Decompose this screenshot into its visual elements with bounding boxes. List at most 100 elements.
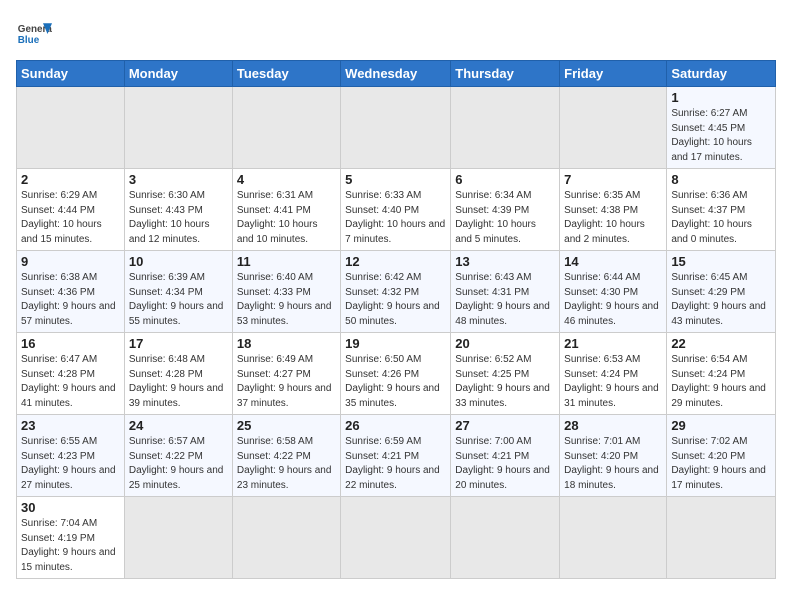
calendar-day-cell xyxy=(560,87,667,169)
day-info: Sunrise: 6:33 AM Sunset: 4:40 PM Dayligh… xyxy=(345,189,446,247)
day-info: Sunrise: 7:00 AM Sunset: 4:21 PM Dayligh… xyxy=(455,435,555,493)
calendar-week-row: 30 Sunrise: 7:04 AM Sunset: 4:19 PM Dayli… xyxy=(17,497,776,579)
day-info: Sunrise: 6:52 AM Sunset: 4:25 PM Dayligh… xyxy=(455,353,555,411)
day-number: 10 xyxy=(129,254,228,269)
day-info: Sunrise: 6:57 AM Sunset: 4:22 PM Dayligh… xyxy=(129,435,228,493)
day-of-week-header: Wednesday xyxy=(341,61,451,87)
day-number: 13 xyxy=(455,254,555,269)
day-info: Sunrise: 6:49 AM Sunset: 4:27 PM Dayligh… xyxy=(237,353,336,411)
day-number: 22 xyxy=(671,336,771,351)
calendar-day-cell xyxy=(341,497,451,579)
calendar-week-row: 9 Sunrise: 6:38 AM Sunset: 4:36 PM Daylig… xyxy=(17,251,776,333)
day-info: Sunrise: 6:53 AM Sunset: 4:24 PM Dayligh… xyxy=(564,353,662,411)
calendar-day-cell: 7Sunrise: 6:35 AM Sunset: 4:38 PM Daylig… xyxy=(560,169,667,251)
calendar-day-cell: 10 Sunrise: 6:39 AM Sunset: 4:34 PM Dayli… xyxy=(124,251,232,333)
calendar-week-row: 2 Sunrise: 6:29 AM Sunset: 4:44 PM Daylig… xyxy=(17,169,776,251)
day-info: Sunrise: 6:29 AM Sunset: 4:44 PM Dayligh… xyxy=(21,189,120,247)
day-of-week-header: Sunday xyxy=(17,61,125,87)
calendar-day-cell xyxy=(560,497,667,579)
calendar-day-cell: 12Sunrise: 6:42 AM Sunset: 4:32 PM Dayli… xyxy=(341,251,451,333)
calendar-day-cell: 14 Sunrise: 6:44 AM Sunset: 4:30 PM Dayli… xyxy=(560,251,667,333)
calendar-day-cell: 11Sunrise: 6:40 AM Sunset: 4:33 PM Dayli… xyxy=(232,251,340,333)
day-number: 11 xyxy=(237,254,336,269)
calendar-day-cell: 8 Sunrise: 6:36 AM Sunset: 4:37 PM Daylig… xyxy=(667,169,776,251)
calendar-day-cell: 21Sunrise: 6:53 AM Sunset: 4:24 PM Dayli… xyxy=(560,333,667,415)
calendar-day-cell: 18 Sunrise: 6:49 AM Sunset: 4:27 PM Dayli… xyxy=(232,333,340,415)
day-info: Sunrise: 6:45 AM Sunset: 4:29 PM Dayligh… xyxy=(671,271,771,329)
day-info: Sunrise: 6:36 AM Sunset: 4:37 PM Dayligh… xyxy=(671,189,771,247)
day-number: 30 xyxy=(21,500,120,515)
calendar-day-cell: 17 Sunrise: 6:48 AM Sunset: 4:28 PM Dayli… xyxy=(124,333,232,415)
calendar-day-cell: 27Sunrise: 7:00 AM Sunset: 4:21 PM Dayli… xyxy=(451,415,560,497)
calendar-day-cell: 13 Sunrise: 6:43 AM Sunset: 4:31 PM Dayli… xyxy=(451,251,560,333)
svg-text:Blue: Blue xyxy=(18,35,40,46)
day-number: 20 xyxy=(455,336,555,351)
calendar-day-cell: 19Sunrise: 6:50 AM Sunset: 4:26 PM Dayli… xyxy=(341,333,451,415)
calendar-day-cell: 22 Sunrise: 6:54 AM Sunset: 4:24 PM Dayli… xyxy=(667,333,776,415)
day-info: Sunrise: 6:44 AM Sunset: 4:30 PM Dayligh… xyxy=(564,271,662,329)
day-info: Sunrise: 6:47 AM Sunset: 4:28 PM Dayligh… xyxy=(21,353,120,411)
day-number: 14 xyxy=(564,254,662,269)
calendar-day-cell: 29 Sunrise: 7:02 AM Sunset: 4:20 PM Dayli… xyxy=(667,415,776,497)
day-number: 6 xyxy=(455,172,555,187)
day-number: 26 xyxy=(345,418,446,433)
day-number: 1 xyxy=(671,90,771,105)
calendar-day-cell xyxy=(124,87,232,169)
day-info: Sunrise: 6:59 AM Sunset: 4:21 PM Dayligh… xyxy=(345,435,446,493)
day-info: Sunrise: 7:02 AM Sunset: 4:20 PM Dayligh… xyxy=(671,435,771,493)
day-info: Sunrise: 7:04 AM Sunset: 4:19 PM Dayligh… xyxy=(21,517,120,575)
calendar-day-cell: 28Sunrise: 7:01 AM Sunset: 4:20 PM Dayli… xyxy=(560,415,667,497)
day-number: 25 xyxy=(237,418,336,433)
calendar-day-cell: 16Sunrise: 6:47 AM Sunset: 4:28 PM Dayli… xyxy=(17,333,125,415)
day-number: 24 xyxy=(129,418,228,433)
day-number: 17 xyxy=(129,336,228,351)
day-number: 7 xyxy=(564,172,662,187)
day-of-week-header: Monday xyxy=(124,61,232,87)
calendar-day-cell: 20 Sunrise: 6:52 AM Sunset: 4:25 PM Dayli… xyxy=(451,333,560,415)
calendar-week-row: 1 Sunrise: 6:27 AM Sunset: 4:45 PM Daylig… xyxy=(17,87,776,169)
calendar-day-cell: 25 Sunrise: 6:58 AM Sunset: 4:22 PM Dayli… xyxy=(232,415,340,497)
day-number: 4 xyxy=(237,172,336,187)
calendar-day-cell xyxy=(232,87,340,169)
calendar-day-cell xyxy=(124,497,232,579)
calendar-week-row: 23Sunrise: 6:55 AM Sunset: 4:23 PM Dayli… xyxy=(17,415,776,497)
day-number: 29 xyxy=(671,418,771,433)
day-number: 28 xyxy=(564,418,662,433)
day-of-week-header: Friday xyxy=(560,61,667,87)
page-header: General Blue xyxy=(16,16,776,52)
day-number: 2 xyxy=(21,172,120,187)
calendar-day-cell: 1 Sunrise: 6:27 AM Sunset: 4:45 PM Daylig… xyxy=(667,87,776,169)
day-number: 19 xyxy=(345,336,446,351)
calendar-table: SundayMondayTuesdayWednesdayThursdayFrid… xyxy=(16,60,776,579)
calendar-day-cell xyxy=(451,87,560,169)
day-number: 23 xyxy=(21,418,120,433)
day-info: Sunrise: 6:43 AM Sunset: 4:31 PM Dayligh… xyxy=(455,271,555,329)
calendar-day-cell: 3Sunrise: 6:30 AM Sunset: 4:43 PM Daylig… xyxy=(124,169,232,251)
day-info: Sunrise: 6:39 AM Sunset: 4:34 PM Dayligh… xyxy=(129,271,228,329)
day-number: 9 xyxy=(21,254,120,269)
calendar-day-cell: 9 Sunrise: 6:38 AM Sunset: 4:36 PM Daylig… xyxy=(17,251,125,333)
logo: General Blue xyxy=(16,16,52,52)
calendar-day-cell xyxy=(341,87,451,169)
day-of-week-header: Tuesday xyxy=(232,61,340,87)
calendar-day-cell: 26 Sunrise: 6:59 AM Sunset: 4:21 PM Dayli… xyxy=(341,415,451,497)
calendar-day-cell xyxy=(667,497,776,579)
day-number: 18 xyxy=(237,336,336,351)
day-number: 15 xyxy=(671,254,771,269)
day-info: Sunrise: 6:38 AM Sunset: 4:36 PM Dayligh… xyxy=(21,271,120,329)
day-info: Sunrise: 6:30 AM Sunset: 4:43 PM Dayligh… xyxy=(129,189,228,247)
calendar-day-cell: 6Sunrise: 6:34 AM Sunset: 4:39 PM Daylig… xyxy=(451,169,560,251)
day-number: 8 xyxy=(671,172,771,187)
day-info: Sunrise: 6:48 AM Sunset: 4:28 PM Dayligh… xyxy=(129,353,228,411)
calendar-day-cell: 5Sunrise: 6:33 AM Sunset: 4:40 PM Daylig… xyxy=(341,169,451,251)
generalblue-logo-icon: General Blue xyxy=(16,16,52,52)
day-number: 12 xyxy=(345,254,446,269)
day-info: Sunrise: 6:54 AM Sunset: 4:24 PM Dayligh… xyxy=(671,353,771,411)
calendar-day-cell: 24 Sunrise: 6:57 AM Sunset: 4:22 PM Dayli… xyxy=(124,415,232,497)
day-info: Sunrise: 6:31 AM Sunset: 4:41 PM Dayligh… xyxy=(237,189,336,247)
calendar-day-cell: 30 Sunrise: 7:04 AM Sunset: 4:19 PM Dayli… xyxy=(17,497,125,579)
day-info: Sunrise: 6:58 AM Sunset: 4:22 PM Dayligh… xyxy=(237,435,336,493)
calendar-day-cell: 23Sunrise: 6:55 AM Sunset: 4:23 PM Dayli… xyxy=(17,415,125,497)
calendar-week-row: 16Sunrise: 6:47 AM Sunset: 4:28 PM Dayli… xyxy=(17,333,776,415)
day-info: Sunrise: 6:27 AM Sunset: 4:45 PM Dayligh… xyxy=(671,107,771,165)
